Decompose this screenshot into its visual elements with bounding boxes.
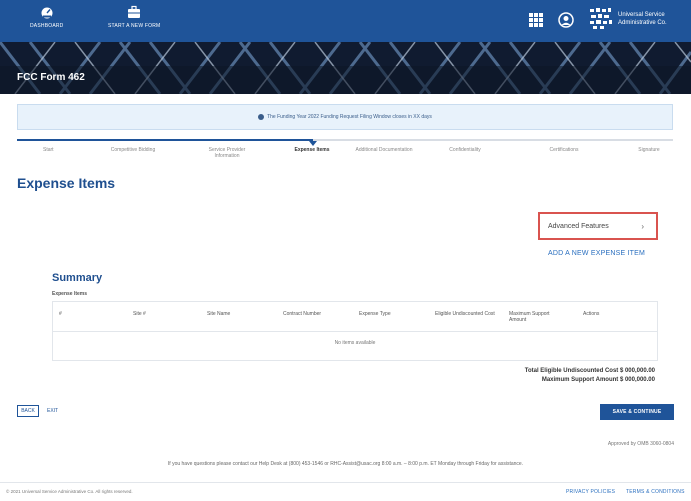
empty-table-message: No items available: [334, 340, 376, 346]
banner-pattern: [0, 42, 691, 94]
filing-window-alert: The Funding Year 2022 Funding Request Fi…: [17, 104, 673, 130]
add-expense-item-link[interactable]: ADD A NEW EXPENSE ITEM: [548, 250, 645, 257]
privacy-policies-link[interactable]: PRIVACY POLICIES: [566, 489, 615, 495]
step-indicator: Start Competitive Bidding Service Provid…: [17, 139, 673, 165]
help-desk-text: If you have questions please contact our…: [167, 461, 524, 467]
column-header[interactable]: Contract Number: [283, 311, 321, 317]
maximum-support-amount: Maximum Support Amount $ 000,000.00: [541, 377, 655, 383]
summary-title: Summary: [52, 272, 103, 284]
chevron-right-icon: ›: [641, 221, 644, 231]
step-start[interactable]: Start: [43, 147, 54, 153]
back-button[interactable]: BACK: [17, 405, 39, 417]
step-competitive-bidding[interactable]: Competitive Bidding: [97, 147, 169, 153]
apps-grid-icon[interactable]: [528, 12, 544, 28]
advanced-features-label: Advanced Features: [548, 222, 609, 230]
form-title: FCC Form 462: [17, 72, 85, 83]
column-header[interactable]: Eligible Undiscounted Cost: [435, 311, 497, 317]
step-certifications[interactable]: Certifications: [537, 147, 591, 153]
totals: Total Eligible Undiscounted Cost $ 000,0…: [525, 367, 655, 385]
table-header: # Site # Site Name Contract Number Expen…: [53, 302, 657, 332]
usac-logo: Universal Service Administrative Co.: [588, 6, 667, 32]
copyright-text: © 2021 Universal Service Administrative …: [6, 489, 133, 494]
column-header[interactable]: Site #: [133, 311, 146, 317]
alert-text: The Funding Year 2022 Funding Request Fi…: [267, 114, 432, 120]
briefcase-icon: [128, 5, 141, 18]
column-header[interactable]: Maximum Support Amount: [509, 311, 567, 323]
current-step-marker: [309, 141, 317, 146]
exit-link[interactable]: EXIT: [47, 408, 58, 414]
start-new-form-button[interactable]: START A NEW FORM: [108, 5, 160, 29]
summary-subtitle: Expense Items: [52, 291, 88, 297]
page-title: Expense Items: [17, 175, 116, 191]
start-new-form-label: START A NEW FORM: [108, 23, 161, 29]
save-continue-button[interactable]: SAVE & CONTINUE: [600, 404, 674, 420]
total-eligible-cost: Total Eligible Undiscounted Cost $ 000,0…: [524, 368, 655, 374]
page-footer: © 2021 Universal Service Administrative …: [0, 482, 691, 501]
column-header: Actions: [583, 311, 600, 317]
step-signature[interactable]: Signature: [629, 147, 669, 153]
dashboard-icon: [41, 7, 53, 19]
step-confidentiality[interactable]: Confidentiality: [435, 147, 495, 153]
omb-approval: Approved by OMB 3060-0804: [607, 441, 674, 447]
step-service-provider-information[interactable]: Service Provider Information: [199, 147, 255, 159]
advanced-features-button[interactable]: Advanced Features ›: [538, 212, 658, 240]
brand-line-2: Administrative Co.: [618, 20, 667, 26]
usac-logo-icon: [590, 8, 612, 29]
column-header[interactable]: Expense Type: [359, 311, 391, 317]
user-account-icon[interactable]: [558, 12, 574, 28]
dashboard-label: DASHBOARD: [30, 23, 64, 29]
top-nav-bar: DASHBOARD START A NEW FORM Universal Ser…: [0, 0, 691, 42]
dashboard-button[interactable]: DASHBOARD: [30, 5, 63, 29]
expense-items-table: # Site # Site Name Contract Number Expen…: [52, 301, 658, 361]
column-header[interactable]: Site Name: [207, 311, 230, 317]
step-additional-documentation[interactable]: Additional Documentation: [341, 147, 427, 153]
step-expense-items[interactable]: Expense Items: [285, 147, 339, 153]
info-icon: [258, 114, 265, 120]
form-banner: FCC Form 462: [0, 42, 691, 94]
terms-conditions-link[interactable]: TERMS & CONDITIONS: [626, 489, 685, 495]
column-header[interactable]: #: [59, 311, 62, 317]
brand-line-1: Universal Service: [618, 12, 665, 18]
step-progress: [17, 139, 313, 141]
